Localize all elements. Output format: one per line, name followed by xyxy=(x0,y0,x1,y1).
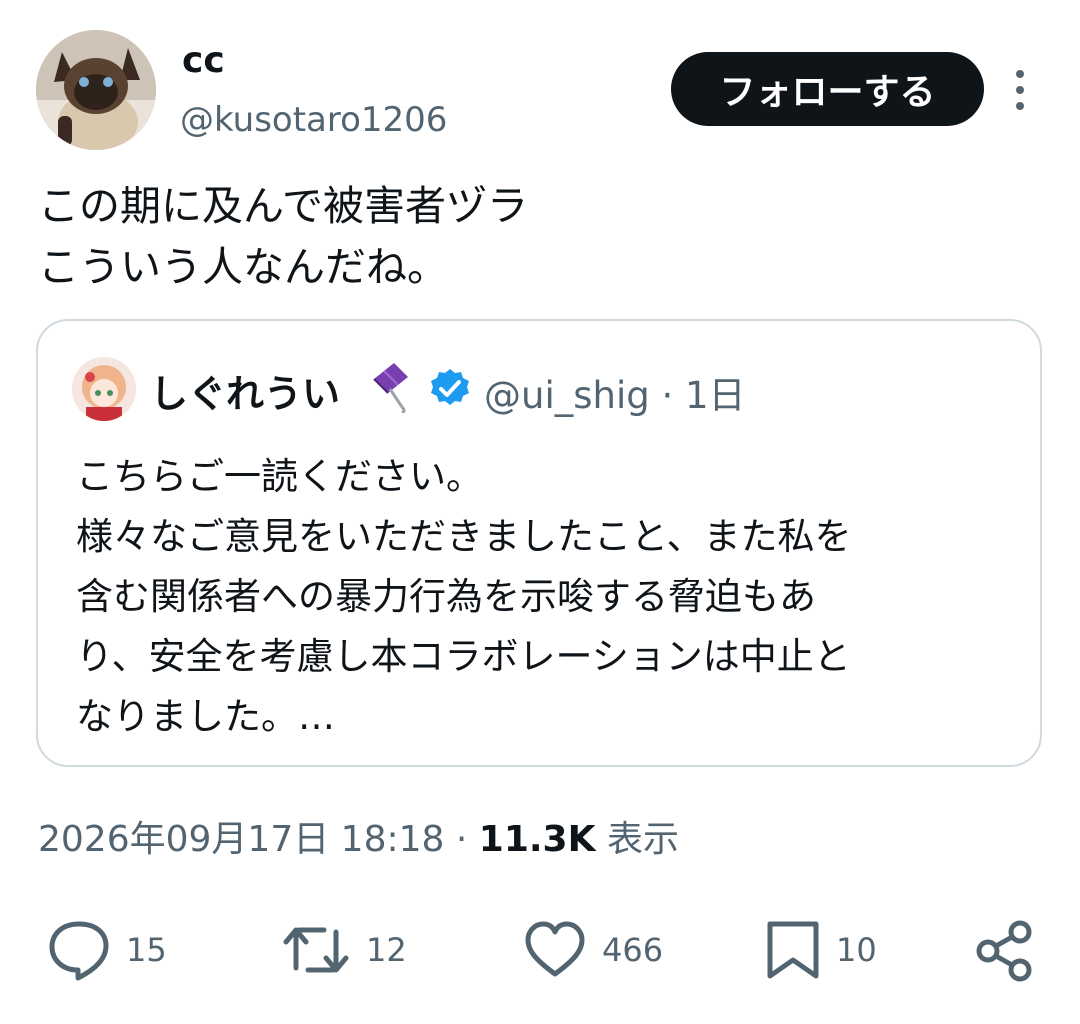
quoted-tweet-text: こちらご一読ください。 様々なご意見をいただきましたこと、また私を 含む関係者へ… xyxy=(76,455,852,738)
retweet-icon xyxy=(283,927,349,973)
reply-button[interactable]: 15 xyxy=(46,918,167,982)
views-count: 11.3K xyxy=(478,819,596,860)
meta-separator: · xyxy=(444,819,479,860)
bookmark-count: 10 xyxy=(836,931,877,969)
views-label: 表示 xyxy=(595,819,679,860)
share-icon xyxy=(976,920,1032,982)
tweet-meta: 2026年09月17日 18:18 · 11.3K 表示 xyxy=(38,810,679,862)
verified-badge-icon xyxy=(428,367,472,411)
bookmark-icon xyxy=(767,921,819,979)
share-button[interactable] xyxy=(974,918,1036,982)
bookmark-button[interactable]: 10 xyxy=(764,918,877,982)
cat-avatar-image xyxy=(36,30,156,150)
retweet-button[interactable]: 12 xyxy=(280,918,407,982)
author-handle[interactable]: @kusotaro1206 xyxy=(180,100,447,140)
reply-icon xyxy=(49,921,109,981)
follow-button[interactable]: フォローする xyxy=(671,52,984,126)
quoted-tweet-card[interactable]: しぐれうい @ui_shig · 1日 こちらご一読ください。 様々なご意見をい… xyxy=(36,319,1042,767)
like-count: 466 xyxy=(602,931,664,969)
anime-avatar-image xyxy=(72,357,136,421)
author-display-name[interactable]: cc xyxy=(182,40,225,81)
quoted-author-avatar[interactable] xyxy=(72,357,136,421)
like-icon xyxy=(525,921,585,977)
umbrella-emoji-icon xyxy=(366,359,412,415)
tweet-timestamp[interactable]: 2026年09月17日 18:18 xyxy=(38,819,444,860)
like-button[interactable]: 466 xyxy=(522,918,663,982)
reply-count: 15 xyxy=(126,931,167,969)
quoted-author-name[interactable]: しぐれうい xyxy=(150,363,340,418)
author-avatar[interactable] xyxy=(36,30,156,150)
more-options-icon[interactable] xyxy=(1003,66,1037,114)
retweet-count: 12 xyxy=(366,931,407,969)
tweet-text: この期に及んで被害者ヅラ こういう人なんだね。 xyxy=(38,182,528,291)
quoted-handle-time[interactable]: @ui_shig · 1日 xyxy=(484,365,746,419)
